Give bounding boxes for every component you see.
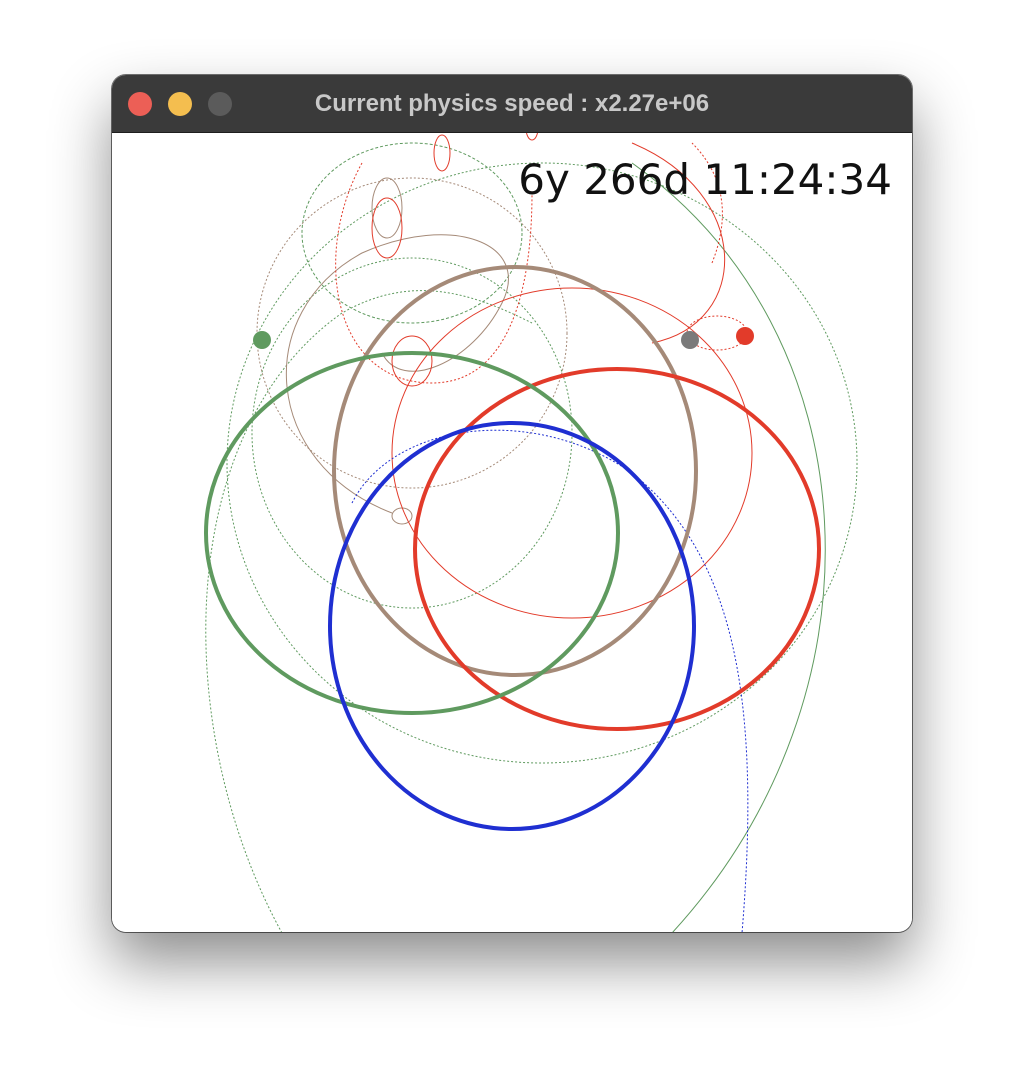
brown-orbit	[332, 265, 698, 677]
orbit-view	[204, 133, 858, 932]
red-small-loop	[371, 197, 403, 259]
green-body	[253, 331, 271, 349]
red-mid-loop	[391, 335, 433, 387]
red-tiny-loop	[433, 134, 451, 172]
title-bar[interactable]: Current physics speed : x2.27e+06	[112, 75, 912, 133]
green-trails	[205, 142, 858, 932]
red-top-loop	[526, 133, 538, 141]
simulation-canvas[interactable]: 6y 266d 11:24:34	[112, 133, 912, 932]
red-trails	[335, 133, 753, 619]
gray-body	[681, 331, 699, 349]
green-orbit	[204, 351, 620, 715]
green-right-trail	[631, 162, 826, 932]
brown-tiny-loop	[391, 507, 413, 525]
green-upper-trail	[301, 142, 523, 324]
red-body	[736, 327, 754, 345]
red-dotted-trail	[335, 162, 533, 384]
blue-orbit	[328, 421, 696, 831]
window-title: Current physics speed : x2.27e+06	[314, 90, 710, 117]
brown-small-loop	[371, 177, 403, 239]
app-window: Current physics speed : x2.27e+06 6y 266…	[112, 75, 912, 932]
brown-dotted-trail	[256, 177, 568, 489]
elapsed-time-display: 6y 266d 11:24:34	[518, 155, 892, 204]
green-outer-trail	[205, 290, 533, 932]
